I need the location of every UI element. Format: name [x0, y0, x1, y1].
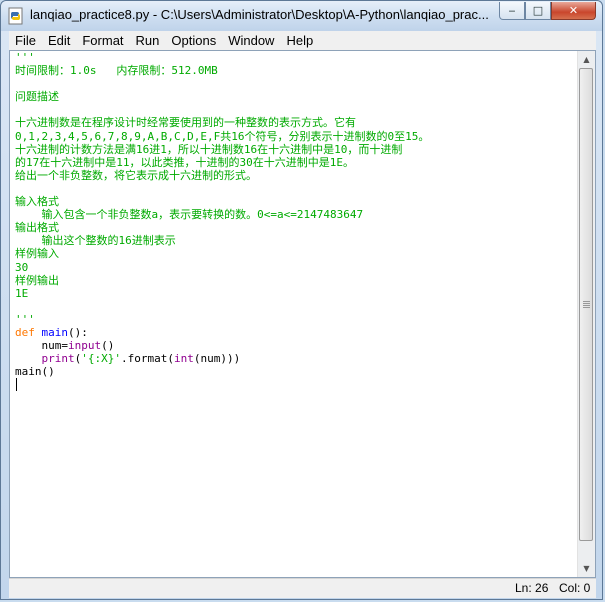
builtin-int: int: [173, 352, 194, 366]
doc-line: 1E: [15, 286, 29, 300]
text-cursor: [16, 378, 17, 391]
doc-line: 样例输入: [15, 247, 59, 261]
print-tail: (num))): [193, 352, 241, 366]
menu-options-label: Options: [171, 33, 217, 48]
python-file-icon: [8, 7, 23, 25]
doc-line: ''': [15, 312, 35, 326]
doc-line: 输入包含一个非负整数a，表示要转换的数。0<=a<=2147483647: [15, 208, 364, 222]
call-parens: (): [101, 339, 115, 353]
grip-icon: [583, 301, 590, 308]
format-call: .format(: [121, 352, 174, 366]
close-icon: ✕: [568, 4, 579, 17]
menu-file[interactable]: File: [9, 33, 42, 48]
window-controls: ‒ □ ✕: [499, 2, 596, 22]
doc-line: 的17在十六进制中是11，以此类推，十进制的30在十六进制中是1E。: [15, 155, 354, 169]
maximize-button[interactable]: □: [525, 2, 551, 20]
status-bar: Ln: 26 Col: 0: [9, 578, 596, 598]
doc-line: 30: [15, 260, 29, 274]
menu-edit[interactable]: Edit: [42, 33, 76, 48]
menu-window[interactable]: Window: [222, 33, 280, 48]
def-signature-rest: ():: [68, 325, 88, 339]
minimize-icon: ‒: [508, 4, 516, 17]
keyword-def: def: [15, 325, 35, 339]
builtin-print: print: [41, 352, 75, 366]
doc-line: 0,1,2,3,4,5,6,7,8,9,A,B,C,D,E,F共16个符号，分别…: [15, 129, 430, 143]
main-call: main(): [15, 365, 55, 379]
code-text[interactable]: ''' 时间限制：1.0s 内存限制：512.0MB 问题描述 十六进制数是在程…: [15, 51, 579, 577]
doc-line: 输入格式: [15, 195, 59, 209]
menu-edit-label: Edit: [47, 33, 71, 48]
vertical-scrollbar[interactable]: ▲ ▼: [577, 51, 595, 577]
doc-line: 给出一个非负整数，将它表示成十六进制的形式。: [15, 168, 257, 182]
menu-run[interactable]: Run: [130, 33, 166, 48]
doc-line: ''': [15, 51, 35, 64]
scroll-down-icon: ▼: [583, 564, 590, 573]
status-column: Col: 0: [559, 581, 591, 595]
menu-window-label: Window: [228, 33, 275, 48]
menu-run-label: Run: [135, 33, 160, 48]
doc-line: 输出这个整数的16进制表示: [15, 234, 176, 248]
title-bar[interactable]: lanqiao_practice8.py - C:\Users\Administ…: [1, 1, 602, 31]
scroll-down-button[interactable]: ▼: [578, 560, 595, 577]
minimize-button[interactable]: ‒: [499, 2, 525, 20]
editor-area[interactable]: ''' 时间限制：1.0s 内存限制：512.0MB 问题描述 十六进制数是在程…: [9, 50, 596, 578]
menu-help[interactable]: Help: [280, 33, 319, 48]
menu-bar: File Edit Format Run Options Window Help: [9, 31, 596, 50]
menu-format-label: Format: [82, 33, 124, 48]
close-button[interactable]: ✕: [551, 2, 596, 20]
scroll-up-button[interactable]: ▲: [578, 51, 595, 68]
code-block: def main(): num=input() print('{:X}'.for…: [15, 326, 579, 378]
doc-line: 样例输出: [15, 273, 59, 287]
scrollbar-thumb[interactable]: [579, 68, 593, 541]
menu-file-label: File: [15, 33, 36, 48]
assign-lhs: num=: [41, 339, 69, 353]
doc-line: 十六进制数是在程序设计时经常要使用到的一种整数的表示方式。它有: [15, 116, 356, 130]
doc-line: 时间限制：1.0s 内存限制：512.0MB: [15, 64, 218, 78]
menu-options[interactable]: Options: [165, 33, 222, 48]
doc-line: 输出格式: [15, 221, 59, 235]
doc-line: 问题描述: [15, 90, 59, 104]
status-line: Ln: 26: [515, 581, 549, 595]
builtin-input: input: [68, 339, 102, 353]
format-string: '{:X}': [81, 352, 121, 366]
menu-help-label: Help: [286, 33, 314, 48]
docstring-block: ''' 时间限制：1.0s 内存限制：512.0MB 问题描述 十六进制数是在程…: [15, 51, 579, 326]
maximize-icon: □: [532, 4, 544, 17]
doc-line: 十六进制的计数方法是满16进1，所以十进制数16在十六进制中是10，而十进制: [15, 142, 403, 156]
menu-format[interactable]: Format: [76, 33, 129, 48]
function-name: main: [41, 325, 69, 339]
idle-editor-window: lanqiao_practice8.py - C:\Users\Administ…: [0, 0, 603, 600]
window-title: lanqiao_practice8.py - C:\Users\Administ…: [30, 7, 489, 22]
scroll-up-icon: ▲: [583, 55, 590, 64]
